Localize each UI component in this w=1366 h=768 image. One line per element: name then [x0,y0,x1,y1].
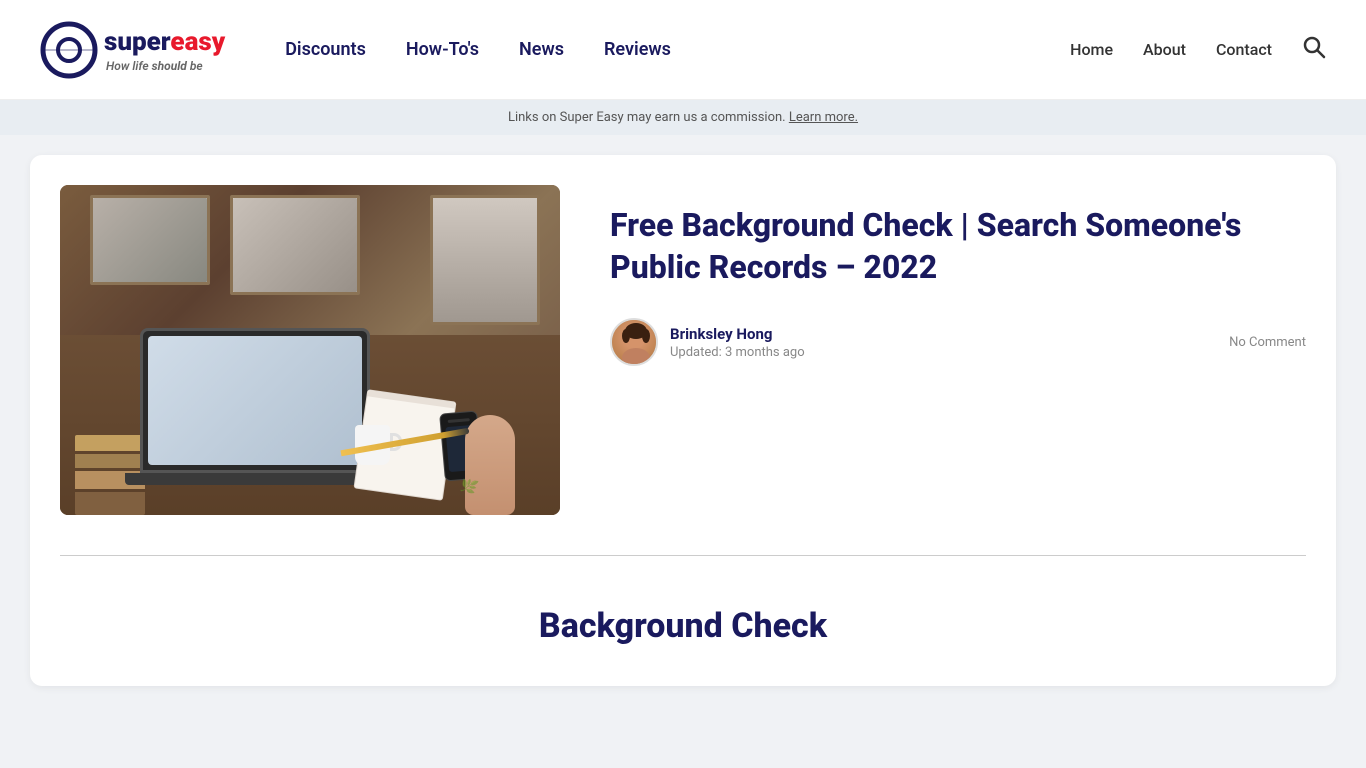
nav-news[interactable]: News [519,39,564,60]
image-frame-1 [90,195,210,285]
secondary-nav: Home About Contact [1070,40,1272,59]
section-title: Background Check [60,606,1306,646]
nav-home[interactable]: Home [1070,40,1113,59]
header-left: supereasy How life should be Discounts H… [40,21,671,79]
commission-text: Links on Super Easy may earn us a commis… [508,110,786,125]
article-image: 🌿 [60,185,560,515]
main-nav: Discounts How-To's News Reviews [285,39,671,60]
nav-howtos[interactable]: How-To's [406,39,479,60]
article-top: 🌿 Free Background Check | Search Someone… [60,185,1306,515]
nav-contact[interactable]: Contact [1216,40,1272,59]
logo-brand-line: supereasy [104,27,225,57]
image-frame-3 [430,195,540,325]
article-info: Free Background Check | Search Someone's… [610,185,1306,366]
header-right: Home About Contact [1070,35,1326,65]
nav-reviews[interactable]: Reviews [604,39,671,60]
article-card: 🌿 Free Background Check | Search Someone… [30,155,1336,686]
site-header: supereasy How life should be Discounts H… [0,0,1366,100]
author-avatar [610,318,658,366]
logo-text-wrap: supereasy How life should be [104,27,225,73]
author-area: Brinksley Hong Updated: 3 months ago [610,318,805,366]
no-comment: No Comment [1229,335,1306,350]
commission-bar: Links on Super Easy may earn us a commis… [0,100,1366,135]
logo-icon [40,21,98,79]
author-updated: Updated: 3 months ago [670,345,805,360]
logo-tagline: How life should be [104,59,225,73]
background-check-section: Background Check [60,586,1306,656]
avatar-svg [612,320,658,366]
brand-super: super [104,27,170,57]
search-button[interactable] [1302,35,1326,65]
nav-about[interactable]: About [1143,40,1186,59]
image-frame-2 [230,195,360,295]
section-divider [60,555,1306,556]
article-title: Free Background Check | Search Someone's… [610,205,1306,288]
article-meta: Brinksley Hong Updated: 3 months ago No … [610,318,1306,366]
learn-more-link[interactable]: Learn more. [789,110,858,125]
logo[interactable]: supereasy How life should be [40,21,225,79]
search-icon [1302,35,1326,59]
author-details: Brinksley Hong Updated: 3 months ago [670,325,805,360]
laptop [140,328,370,485]
author-name: Brinksley Hong [670,325,805,343]
nav-discounts[interactable]: Discounts [285,39,366,60]
brand-easy: easy [170,27,225,57]
main-content: 🌿 Free Background Check | Search Someone… [0,135,1366,746]
hand-arm: 🌿 [450,375,530,515]
